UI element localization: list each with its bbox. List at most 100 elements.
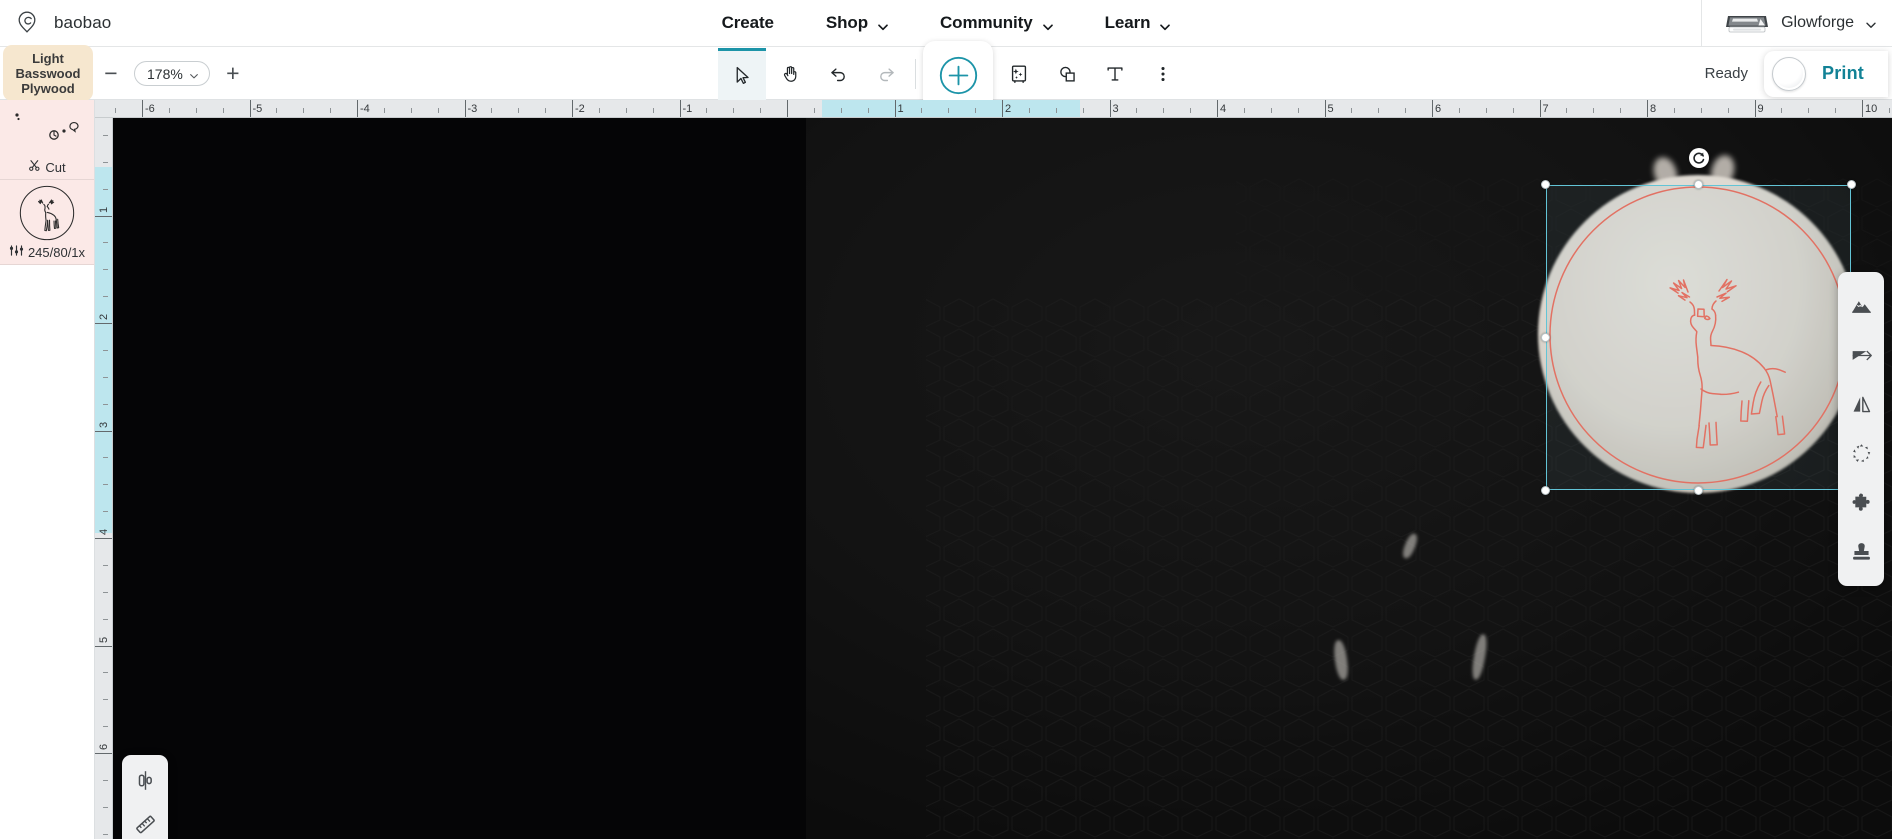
main-navigation: Create Shop Community Learn [430, 13, 1462, 33]
glowforge-logo-icon[interactable] [14, 10, 40, 36]
ruler-tick [653, 108, 654, 113]
ruler-tick [103, 699, 108, 700]
object-actions-toolbar [1838, 272, 1884, 586]
select-tool[interactable] [718, 48, 766, 100]
redo-arrow-icon [876, 63, 897, 84]
ruler-tick [95, 538, 113, 539]
ruler-tick [384, 108, 385, 113]
workspace-canvas[interactable] [113, 118, 1892, 839]
ruler-label: 6 [1435, 103, 1441, 115]
nav-item-create[interactable]: Create [722, 13, 774, 33]
print-knob-icon [1772, 57, 1806, 91]
ruler-tick [680, 100, 681, 118]
ruler-tick [921, 108, 922, 113]
image-adjust-button[interactable] [1844, 290, 1878, 324]
ruler-tick [103, 404, 108, 405]
puzzle-button[interactable] [1844, 486, 1878, 520]
project-title: baobao [54, 13, 111, 33]
rotate-handle[interactable] [1689, 148, 1709, 168]
ruler-tick [1002, 100, 1003, 118]
align-distribute-button[interactable] [128, 765, 162, 795]
resize-handle-n[interactable] [1694, 180, 1703, 189]
nav-item-shop[interactable]: Shop [826, 13, 888, 33]
editor-toolbar: Light Basswood Plywood − 178% + [0, 47, 1892, 100]
engrave-settings-icon [9, 244, 24, 260]
material-selector[interactable]: Light Basswood Plywood [3, 45, 93, 101]
layer-label: 245/80/1x [28, 245, 85, 260]
deer-medallion-design[interactable] [1546, 185, 1851, 490]
zoom-level-dropdown[interactable]: 178% [134, 61, 210, 86]
ruler-tick [1540, 100, 1541, 118]
ruler-label: 7 [1543, 103, 1549, 115]
nav-item-learn[interactable]: Learn [1105, 13, 1171, 33]
ruler-tick [95, 431, 113, 432]
ruler-tick [1620, 108, 1621, 113]
resize-handle-s[interactable] [1694, 486, 1703, 495]
print-status-group: Ready Print [1705, 47, 1892, 100]
ruler-tick [1244, 108, 1245, 113]
redo-tool[interactable] [862, 48, 910, 100]
ruler-label: 1 [898, 103, 904, 115]
ruler-vertical[interactable]: 123456 [95, 118, 113, 839]
resize-handle-sw[interactable] [1541, 486, 1550, 495]
cursor-arrow-icon [732, 65, 753, 86]
ruler-tick [103, 672, 108, 673]
ruler-tick [1405, 108, 1406, 113]
ruler-tick [103, 350, 108, 351]
nav-item-community[interactable]: Community [940, 13, 1053, 33]
ruler-tick [103, 834, 108, 835]
ruler-tick [103, 162, 108, 163]
text-t-icon [1104, 63, 1126, 85]
undo-arrow-icon [828, 63, 849, 84]
ruler-tick [706, 108, 707, 113]
measure-button[interactable] [128, 809, 162, 839]
ruler-tick [1781, 108, 1782, 113]
ruler-label: 5 [1328, 103, 1334, 115]
ruler-tick [223, 108, 224, 113]
ruler-tick [103, 296, 108, 297]
pan-tool[interactable] [766, 48, 814, 100]
flip-horizontal-button[interactable] [1844, 339, 1878, 373]
ruler-tick [1486, 108, 1487, 113]
ruler-tick [103, 189, 108, 190]
ruler-tick [1298, 108, 1299, 113]
zoom-in-button[interactable]: + [222, 63, 244, 85]
ruler-tick [1889, 108, 1890, 113]
ruler-tick [103, 457, 108, 458]
printer-icon [1724, 10, 1770, 36]
chevron-down-icon [1042, 18, 1053, 29]
ruler-tick [491, 108, 492, 113]
undo-tool[interactable] [814, 48, 862, 100]
zoom-controls: − 178% + [100, 47, 244, 100]
zoom-out-button[interactable]: − [100, 63, 122, 85]
zoom-level-value: 178% [147, 66, 183, 82]
shapes-icon [1056, 63, 1078, 85]
resize-handle-ne[interactable] [1847, 180, 1856, 189]
outline-button[interactable] [1844, 437, 1878, 471]
layer-cut-marks[interactable]: Cut [0, 100, 94, 180]
center-tool-group [718, 47, 1187, 100]
ruler-tick [975, 108, 976, 113]
ruler-tick [103, 377, 108, 378]
resize-handle-nw[interactable] [1541, 180, 1550, 189]
resize-handle-w[interactable] [1541, 333, 1550, 342]
ruler-tick [103, 484, 108, 485]
flip-vertical-button[interactable] [1844, 388, 1878, 422]
stamp-button[interactable] [1844, 535, 1878, 569]
more-options-tool[interactable] [1139, 48, 1187, 100]
ruler-horizontal[interactable]: -6-5-4-3-2-112345678910 [95, 100, 1892, 118]
layer-deer-engrave[interactable]: 245/80/1x [0, 180, 94, 265]
ruler-tick [1325, 100, 1326, 118]
ruler-tick [1647, 100, 1648, 118]
text-tool[interactable] [1091, 48, 1139, 100]
shapes-tool[interactable] [1043, 48, 1091, 100]
bed-camera-image [806, 118, 1892, 839]
nav-label: Create [722, 13, 774, 33]
chevron-down-icon [189, 68, 200, 79]
magic-canvas-tool[interactable] [995, 48, 1043, 100]
ruler-label: 3 [1113, 103, 1119, 115]
print-button[interactable]: Print [1764, 51, 1888, 97]
ruler-tick [1190, 108, 1191, 113]
device-selector[interactable]: Glowforge [1701, 0, 1876, 46]
selection-bounding-box[interactable] [1546, 185, 1851, 490]
